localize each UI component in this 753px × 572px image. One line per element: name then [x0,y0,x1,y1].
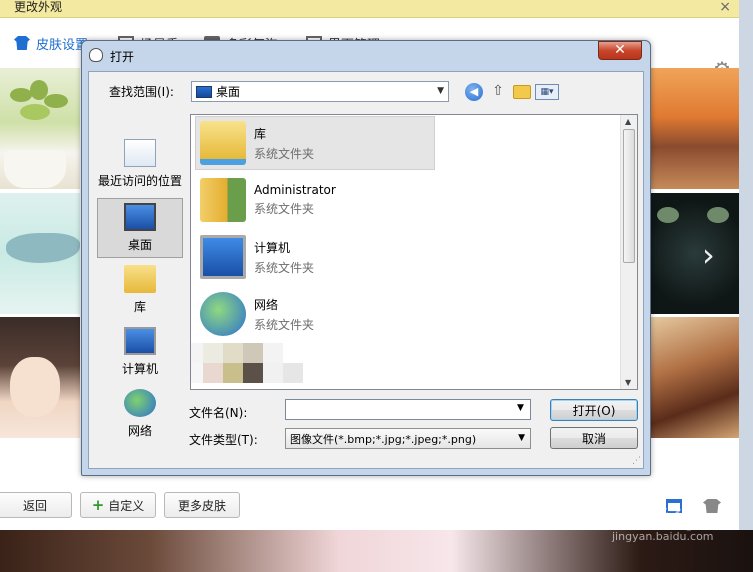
place-label: 桌面 [127,238,152,252]
skin-close-button[interactable]: × [719,0,731,14]
file-name-input[interactable] [285,399,531,420]
look-in-value: 桌面 [216,85,241,99]
look-in-label: 查找范围(I): [109,85,174,99]
scroll-up-icon[interactable]: ▲ [625,117,631,126]
back-button[interactable]: 返回 [0,492,72,518]
computer-icon [200,235,246,279]
file-type-select[interactable]: 图像文件(*.bmp;*.jpg;*.jpeg;*.png) ▼ [285,428,531,449]
dialog-body: 查找范围(I): 桌面 ▼ ◀ ⇧ ▦▾ 最近访问的位置 桌面 库 计算机 网络 [88,71,644,469]
plus-icon: + [91,496,105,514]
back-button-label: 返回 [22,498,47,513]
file-type: 系统文件夹 [254,146,315,161]
file-type: 系统文件夹 [254,260,315,275]
desktop-icon [196,85,212,98]
scroll-down-icon[interactable]: ▼ [625,378,631,387]
skin-thumbnail-succulent[interactable] [0,68,80,189]
view-menu-icon[interactable]: ▦▾ [535,84,559,100]
file-type-value: 图像文件(*.bmp;*.jpg;*.jpeg;*.png) [290,432,477,446]
open-button[interactable]: 打开(O) [550,399,638,421]
library-folder-icon [200,121,246,165]
pixelated-area [191,343,303,385]
skin-window-title: 更改外观 [14,0,63,14]
scroll-thumb[interactable] [623,129,635,263]
look-in-combo[interactable]: 桌面 ▼ [191,81,449,102]
new-folder-icon[interactable] [513,85,531,99]
custom-button-label: 自定义 [108,498,145,513]
file-item-library[interactable]: 库 系统文件夹 [195,116,435,170]
network-icon [124,389,156,417]
place-computer[interactable]: 计算机 [97,322,183,382]
chevron-down-icon: ▼ [437,86,444,96]
file-name: 库 [254,126,267,141]
place-desktop[interactable]: 桌面 [97,198,183,258]
cancel-button-label: 取消 [581,431,606,446]
skin-titlebar: 更改外观 × [0,0,739,18]
skin-thumbnail-cake[interactable] [651,317,739,438]
skin-thumbnail-girl[interactable] [0,317,80,438]
cancel-button[interactable]: 取消 [550,427,638,449]
open-file-dialog: 打开 ✕ 查找范围(I): 桌面 ▼ ◀ ⇧ ▦▾ 最近访问的位置 桌面 库 计… [81,40,651,476]
skin-thumbnail-whale[interactable] [0,193,80,314]
file-item-administrator[interactable]: Administrator 系统文件夹 [195,173,435,227]
more-skins-button-label: 更多皮肤 [177,498,226,513]
back-arrow-icon[interactable]: ◀ [465,83,483,101]
dialog-close-button[interactable]: ✕ [598,41,642,60]
place-label: 计算机 [121,362,158,376]
computer-icon [124,327,156,355]
file-name: 计算机 [254,240,291,255]
shirt-icon [14,36,30,50]
chevron-down-icon[interactable]: ▼ [517,403,524,413]
recent-places-icon [124,139,156,167]
place-network[interactable]: 网络 [97,384,183,444]
chevron-down-icon: ▼ [518,433,525,443]
file-item-network[interactable]: 网络 系统文件夹 [195,287,435,341]
open-button-label: 打开(O) [572,403,616,418]
user-folder-icon [200,178,246,222]
place-label: 网络 [127,424,152,438]
up-folder-icon[interactable]: ⇧ [489,83,507,101]
file-name-label: 文件名(N): [189,406,248,420]
file-type: 系统文件夹 [254,317,315,332]
dialog-title: 打开 [110,50,135,64]
desktop-icon [124,203,156,231]
place-library[interactable]: 库 [97,260,183,320]
skin-thumbnail-beach[interactable] [651,68,739,189]
more-skins-button[interactable]: 更多皮肤 [164,492,240,518]
next-page-arrow[interactable]: › [702,236,715,274]
skin-thumbnail-cat[interactable] [651,193,739,314]
file-item-computer[interactable]: 计算机 系统文件夹 [195,230,435,284]
file-type: 系统文件夹 [254,202,315,216]
file-name: Administrator [254,183,336,197]
place-label: 最近访问的位置 [98,174,183,188]
place-label: 库 [133,300,146,314]
file-type-label: 文件类型(T): [189,433,258,447]
tab-skin-settings[interactable]: 皮肤设置 [14,33,88,53]
baidu-watermark-url: jingyan.baidu.com [612,530,714,543]
vertical-scrollbar[interactable]: ▲ ▼ [620,115,637,389]
network-globe-icon [200,292,246,336]
file-name: 网络 [254,297,279,312]
file-list: 库 系统文件夹 Administrator 系统文件夹 计算机 系统文件夹 网络… [190,114,638,390]
library-icon [124,265,156,293]
place-recent-locations[interactable]: 最近访问的位置 [97,134,183,194]
penguin-icon [89,48,103,62]
resize-grip-icon[interactable]: ⋰ [632,456,641,466]
custom-button[interactable]: + 自定义 [80,492,156,518]
